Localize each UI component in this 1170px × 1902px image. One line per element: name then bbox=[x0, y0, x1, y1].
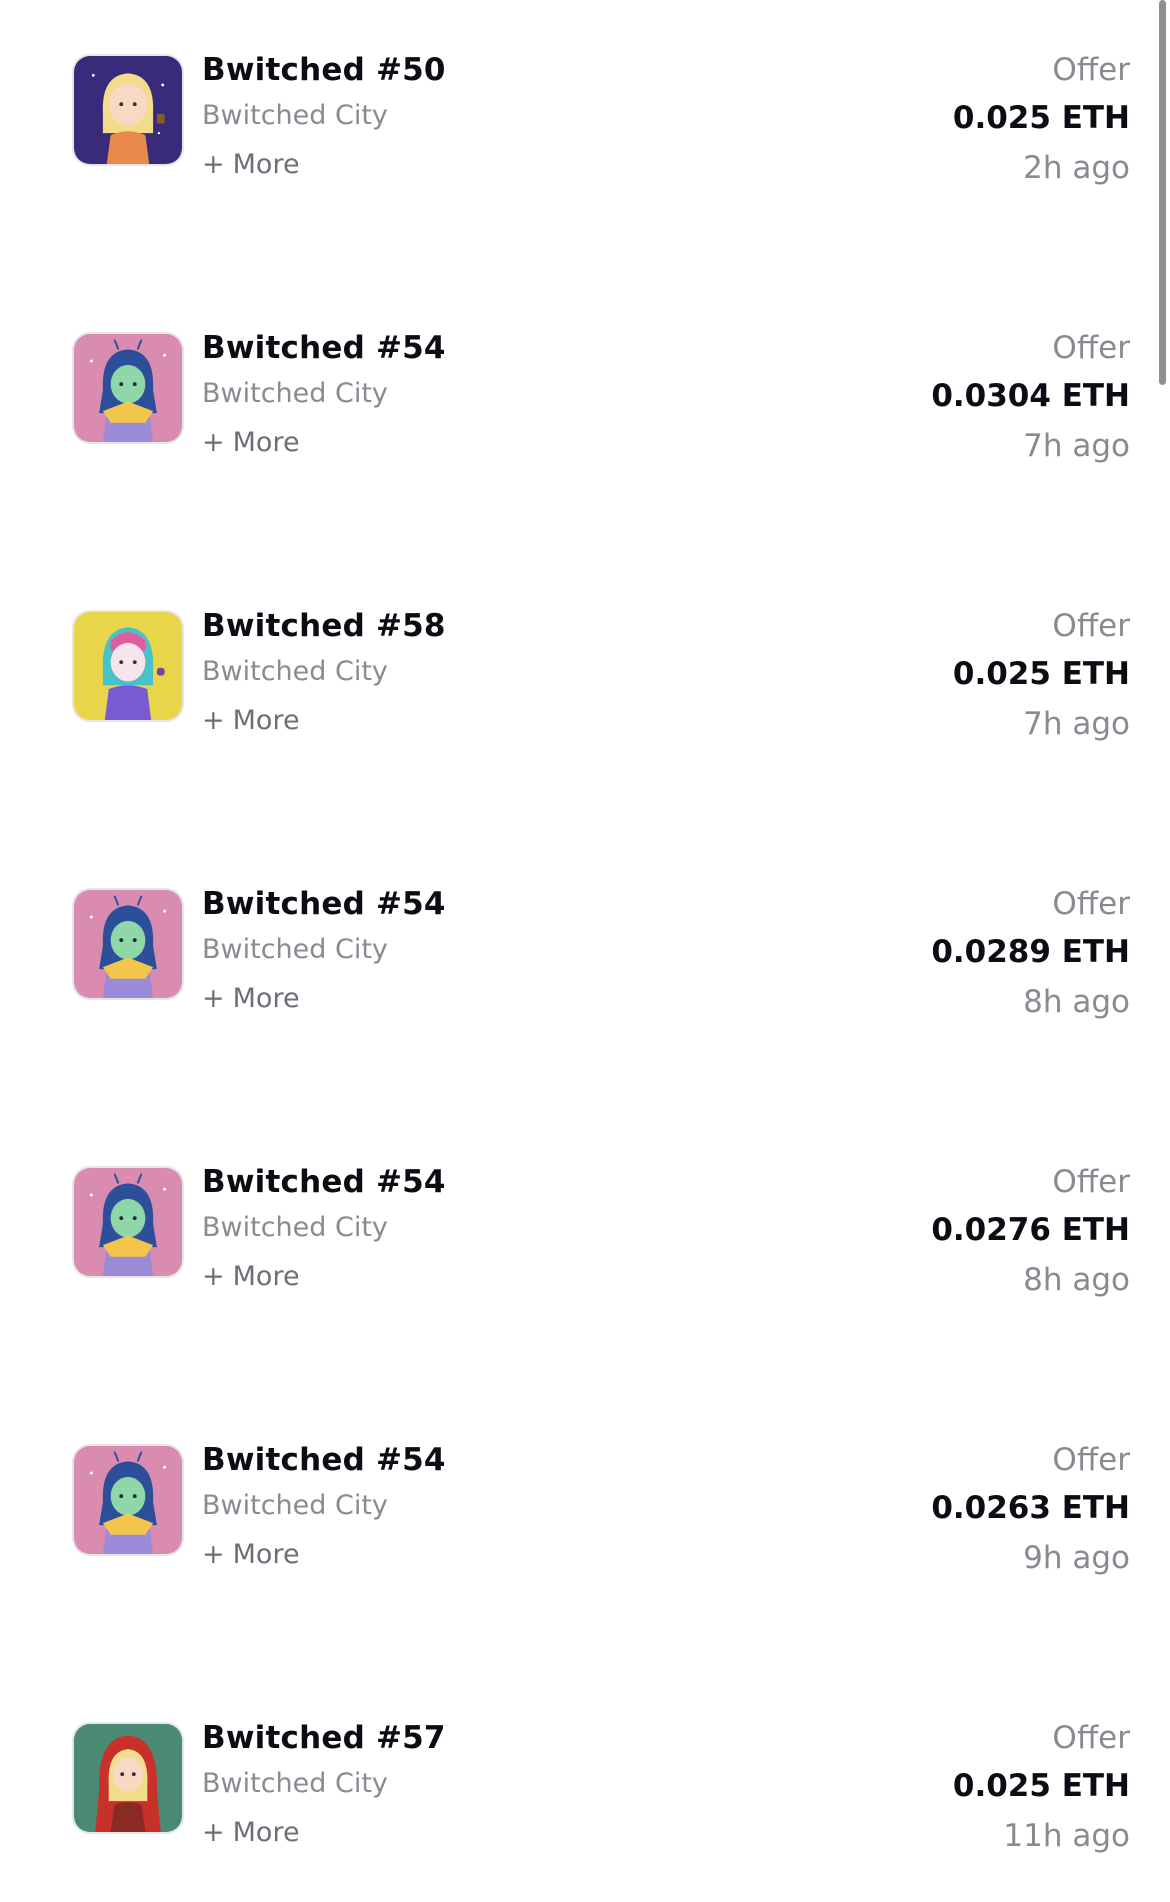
alien-girl-pink-bg-icon bbox=[74, 890, 182, 998]
nft-name[interactable]: Bwitched #58 bbox=[202, 608, 446, 644]
list-item[interactable]: Bwitched #54 Bwitched City + More Offer 0… bbox=[0, 1164, 1170, 1346]
event-type-label: Offer bbox=[1052, 608, 1130, 644]
offer-price: 0.025 ETH bbox=[952, 100, 1130, 136]
nft-name[interactable]: Bwitched #50 bbox=[202, 52, 446, 88]
nft-name[interactable]: Bwitched #54 bbox=[202, 1164, 446, 1200]
event-type-label: Offer bbox=[1052, 52, 1130, 88]
plus-icon: + bbox=[202, 1539, 225, 1570]
offer-price: 0.0276 ETH bbox=[931, 1212, 1130, 1248]
offer-timestamp: 7h ago bbox=[1023, 428, 1130, 464]
offer-timestamp: 11h ago bbox=[1003, 1818, 1130, 1854]
more-link[interactable]: + More bbox=[202, 1817, 300, 1848]
plus-icon: + bbox=[202, 983, 225, 1014]
offer-timestamp: 2h ago bbox=[1023, 150, 1130, 186]
more-link[interactable]: + More bbox=[202, 149, 300, 180]
collection-name[interactable]: Bwitched City bbox=[202, 934, 388, 965]
collection-name[interactable]: Bwitched City bbox=[202, 100, 388, 131]
nft-thumbnail[interactable] bbox=[72, 1444, 184, 1556]
scrollbar[interactable] bbox=[1156, 0, 1170, 1884]
more-link[interactable]: + More bbox=[202, 705, 300, 736]
girl-navy-bg-icon bbox=[74, 56, 182, 164]
plus-icon: + bbox=[202, 705, 225, 736]
event-type-label: Offer bbox=[1052, 886, 1130, 922]
nft-thumbnail[interactable] bbox=[72, 1166, 184, 1278]
list-item[interactable]: Bwitched #54 Bwitched City + More Offer 0… bbox=[0, 330, 1170, 512]
collection-name[interactable]: Bwitched City bbox=[202, 1768, 388, 1799]
rainbow-hair-yellow-bg-icon bbox=[74, 612, 182, 720]
plus-icon: + bbox=[202, 149, 225, 180]
offer-timestamp: 9h ago bbox=[1023, 1540, 1130, 1576]
nft-thumbnail[interactable] bbox=[72, 1722, 184, 1834]
offer-timestamp: 7h ago bbox=[1023, 706, 1130, 742]
offer-timestamp: 8h ago bbox=[1023, 984, 1130, 1020]
plus-icon: + bbox=[202, 1817, 225, 1848]
offer-activity-list: Bwitched #50 Bwitched City + More Offer 0… bbox=[0, 0, 1170, 1884]
red-hood-green-bg-icon bbox=[74, 1724, 182, 1832]
list-item[interactable]: Bwitched #58 Bwitched City + More Offer 0… bbox=[0, 608, 1170, 790]
collection-name[interactable]: Bwitched City bbox=[202, 656, 388, 687]
offer-timestamp: 8h ago bbox=[1023, 1262, 1130, 1298]
nft-name[interactable]: Bwitched #54 bbox=[202, 330, 446, 366]
alien-girl-pink-bg-icon bbox=[74, 1168, 182, 1276]
nft-name[interactable]: Bwitched #54 bbox=[202, 1442, 446, 1478]
list-item[interactable]: Bwitched #57 Bwitched City + More Offer 0… bbox=[0, 1720, 1170, 1902]
list-item[interactable]: Bwitched #50 Bwitched City + More Offer 0… bbox=[0, 52, 1170, 234]
more-link[interactable]: + More bbox=[202, 983, 300, 1014]
plus-icon: + bbox=[202, 1261, 225, 1292]
nft-thumbnail[interactable] bbox=[72, 888, 184, 1000]
scrollbar-thumb[interactable] bbox=[1159, 0, 1166, 385]
event-type-label: Offer bbox=[1052, 330, 1130, 366]
nft-thumbnail[interactable] bbox=[72, 610, 184, 722]
more-link[interactable]: + More bbox=[202, 1539, 300, 1570]
offer-price: 0.0289 ETH bbox=[931, 934, 1130, 970]
alien-girl-pink-bg-icon bbox=[74, 334, 182, 442]
nft-name[interactable]: Bwitched #54 bbox=[202, 886, 446, 922]
nft-thumbnail[interactable] bbox=[72, 54, 184, 166]
more-link[interactable]: + More bbox=[202, 1261, 300, 1292]
nft-thumbnail[interactable] bbox=[72, 332, 184, 444]
offer-price: 0.025 ETH bbox=[952, 1768, 1130, 1804]
event-type-label: Offer bbox=[1052, 1720, 1130, 1756]
collection-name[interactable]: Bwitched City bbox=[202, 378, 388, 409]
event-type-label: Offer bbox=[1052, 1442, 1130, 1478]
plus-icon: + bbox=[202, 427, 225, 458]
event-type-label: Offer bbox=[1052, 1164, 1130, 1200]
alien-girl-pink-bg-icon bbox=[74, 1446, 182, 1554]
collection-name[interactable]: Bwitched City bbox=[202, 1490, 388, 1521]
list-item[interactable]: Bwitched #54 Bwitched City + More Offer 0… bbox=[0, 1442, 1170, 1624]
offer-price: 0.025 ETH bbox=[952, 656, 1130, 692]
more-link[interactable]: + More bbox=[202, 427, 300, 458]
nft-name[interactable]: Bwitched #57 bbox=[202, 1720, 446, 1756]
offer-price: 0.0263 ETH bbox=[931, 1490, 1130, 1526]
list-item[interactable]: Bwitched #54 Bwitched City + More Offer 0… bbox=[0, 886, 1170, 1068]
offer-price: 0.0304 ETH bbox=[931, 378, 1130, 414]
collection-name[interactable]: Bwitched City bbox=[202, 1212, 388, 1243]
